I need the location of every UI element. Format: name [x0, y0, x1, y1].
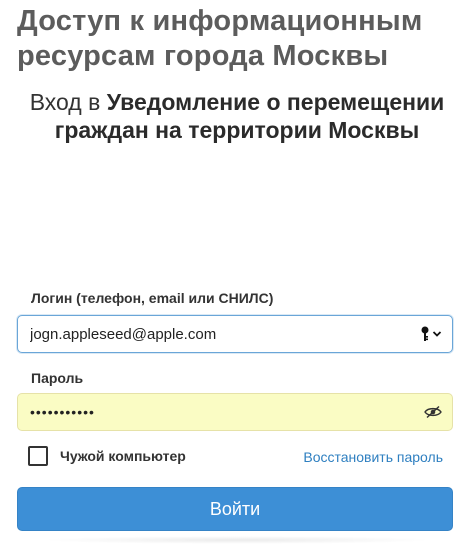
login-page: Доступ к информационным ресурсам города … — [0, 0, 474, 546]
restore-password-link[interactable]: Восстановить пароль — [303, 449, 443, 465]
password-label: Пароль — [31, 370, 84, 386]
chevron-down-icon[interactable] — [432, 330, 442, 338]
password-input-value[interactable]: ••••••••••• — [30, 404, 424, 420]
login-input[interactable]: jogn.appleseed@apple.com — [17, 315, 453, 353]
eye-slash-glyph — [424, 405, 442, 419]
foreign-computer-label[interactable]: Чужой компьютер — [60, 448, 186, 464]
key-icon[interactable] — [420, 324, 442, 344]
login-heading-prefix: Вход в — [29, 89, 101, 115]
form-bottom-shadow — [40, 536, 434, 544]
portal-title: Доступ к информационным ресурсам города … — [17, 5, 423, 72]
foreign-computer-checkbox[interactable] — [28, 446, 48, 466]
login-label: Логин (телефон, email или СНИЛС) — [31, 290, 274, 306]
eye-slash-icon[interactable] — [424, 402, 442, 422]
service-name: Уведомление о перемещении граждан на тер… — [54, 89, 445, 143]
login-heading: Вход в Уведомление о перемещении граждан… — [0, 88, 474, 144]
password-input[interactable]: ••••••••••• — [17, 393, 453, 431]
foreign-computer-option[interactable]: Чужой компьютер — [28, 446, 186, 466]
login-button[interactable]: Войти — [17, 487, 453, 531]
login-input-value[interactable]: jogn.appleseed@apple.com — [30, 326, 420, 343]
key-glyph — [421, 326, 429, 341]
